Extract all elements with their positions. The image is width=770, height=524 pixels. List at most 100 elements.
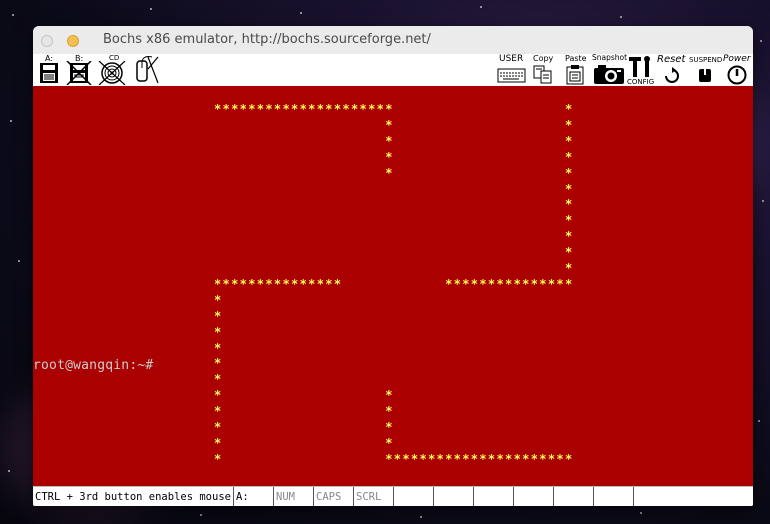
suspend-icon	[699, 67, 711, 82]
pattern-star: *	[273, 276, 282, 291]
pattern-star: *	[385, 404, 393, 419]
pattern-star: *	[333, 276, 342, 291]
pattern-star: *	[556, 451, 564, 466]
pattern-star: *	[522, 451, 530, 466]
pattern-star: *	[505, 276, 513, 291]
pattern-star: *	[419, 451, 427, 466]
pattern-star: *	[487, 276, 496, 291]
pattern-star: *	[248, 102, 256, 116]
floppy-a-button[interactable]: A:	[35, 54, 63, 85]
pattern-star: *	[564, 181, 573, 196]
pattern-star: *	[564, 276, 573, 291]
pattern-star: *	[564, 165, 573, 180]
pattern-star: *	[316, 276, 324, 291]
pattern-star: *	[299, 102, 307, 116]
cdrom-icon	[98, 61, 126, 85]
pattern-star: *	[564, 149, 573, 164]
cdrom-button[interactable]: CD	[97, 54, 127, 85]
pattern-star: *	[385, 420, 393, 434]
pattern-star: *	[385, 133, 393, 148]
pattern-star: *	[564, 213, 573, 228]
pattern-star: *	[299, 276, 307, 291]
pattern-star: *	[436, 451, 444, 466]
pattern-star: *	[308, 276, 316, 291]
pattern-star: *	[385, 149, 393, 164]
pattern-star: *	[564, 102, 573, 116]
pattern-star: *	[453, 276, 461, 291]
pattern-star: *	[222, 102, 230, 116]
pattern-star: *	[556, 276, 564, 291]
pattern-star: *	[539, 276, 547, 291]
pattern-star: *	[385, 388, 393, 403]
pattern-star: *	[505, 451, 513, 466]
pattern-star: *	[231, 102, 239, 116]
pattern-star: *	[470, 276, 479, 291]
pattern-star: *	[273, 102, 282, 116]
status-num: NUM	[273, 487, 313, 506]
snapshot-button[interactable]: Snapshot	[592, 53, 627, 85]
pattern-star: *	[222, 276, 230, 291]
pattern-star: *	[316, 102, 324, 116]
pattern-star: *	[214, 404, 222, 419]
pattern-star: *	[214, 276, 222, 291]
pattern-star: *	[342, 102, 350, 116]
pattern-star: *	[256, 276, 265, 291]
pattern-star: *	[522, 276, 530, 291]
pattern-star: *	[308, 102, 316, 116]
power-button[interactable]: Power	[721, 54, 753, 85]
status-cell-empty	[433, 487, 473, 506]
pattern-star: *	[462, 276, 470, 291]
pattern-star: *	[513, 276, 521, 291]
config-button[interactable]: CONFIG	[627, 55, 657, 87]
pattern-star: *	[547, 276, 556, 291]
pattern-star: *	[282, 102, 290, 116]
pattern-star: *	[325, 102, 333, 116]
config-icon	[629, 56, 650, 77]
user-button[interactable]: USER	[497, 54, 527, 85]
emulator-screen[interactable]: * * * * * * * * * * * * * * * * * * * * * * * * * * * * * * * * * * * * * * * *…	[33, 86, 753, 486]
title-bar[interactable]: Bochs x86 emulator, http://bochs.sourcef…	[33, 26, 753, 55]
pattern-star: *	[385, 165, 393, 180]
pattern-star: *	[496, 276, 504, 291]
pattern-star: *	[462, 451, 470, 466]
bochs-window: Bochs x86 emulator, http://bochs.sourcef…	[33, 26, 753, 506]
suspend-button[interactable]: SUSPEND	[689, 55, 723, 85]
pattern-star: *	[564, 245, 573, 260]
pattern-star: *	[359, 102, 367, 116]
pattern-star: *	[513, 451, 521, 466]
close-button[interactable]	[41, 35, 53, 47]
shell-prompt: root@wangqin:~#	[33, 358, 154, 373]
pattern-star: *	[530, 276, 538, 291]
status-cell-empty	[633, 487, 753, 506]
pattern-star: *	[333, 102, 342, 116]
paste-icon	[566, 65, 584, 85]
toolbar: A: B: CD USER Copy Paste Snapshot CONFIG…	[33, 53, 753, 87]
pattern-star: *	[282, 276, 290, 291]
floppy-b-icon	[66, 61, 92, 85]
pattern-star: *	[214, 308, 222, 323]
minimize-button[interactable]	[67, 35, 79, 47]
copy-button[interactable]: Copy	[531, 54, 557, 85]
pattern-star: *	[214, 356, 222, 371]
pattern-star: *	[265, 102, 273, 116]
pattern-star: *	[291, 102, 299, 116]
status-drive: A:	[233, 487, 273, 506]
pattern-star: *	[291, 276, 299, 291]
status-caps: CAPS	[313, 487, 353, 506]
pattern-star: *	[530, 451, 538, 466]
pattern-star: *	[385, 117, 393, 132]
reset-icon	[665, 67, 679, 83]
pattern-star: *	[564, 197, 573, 212]
mouse-button[interactable]	[130, 55, 160, 85]
pattern-star: *	[214, 372, 222, 387]
pattern-star: *	[214, 435, 222, 450]
pattern-star: *	[385, 451, 393, 466]
pattern-star: *	[256, 102, 265, 116]
pattern-star: *	[564, 117, 573, 132]
paste-button[interactable]: Paste	[563, 54, 589, 85]
pattern-star: *	[239, 102, 247, 116]
reset-button[interactable]: Reset	[657, 54, 687, 85]
floppy-b-button[interactable]: B:	[65, 54, 93, 85]
pattern-star: *	[214, 451, 222, 466]
status-cell-empty	[393, 487, 433, 506]
